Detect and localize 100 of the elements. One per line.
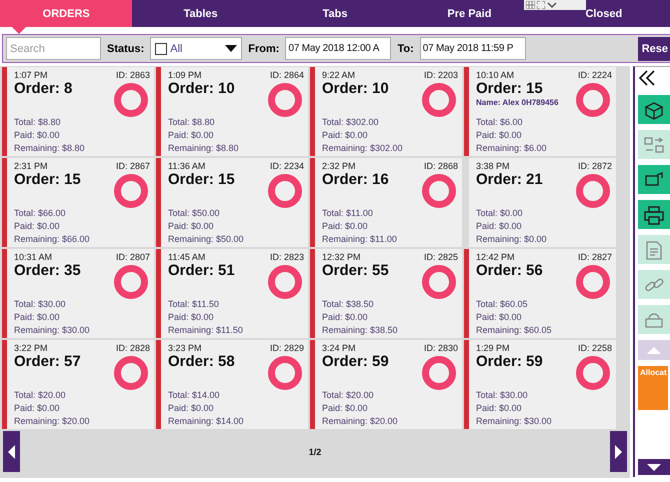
order-time: 3:38 PM [476, 161, 510, 171]
order-time: 3:24 PM [322, 343, 356, 353]
ring-icon [268, 356, 302, 390]
order-time: 3:22 PM [14, 343, 48, 353]
ring-icon [114, 174, 148, 208]
order-number: Order: 15 [476, 80, 544, 97]
order-card[interactable]: 2:31 PM ID: 2867 Order: 15 Total: $66.00 Paid: $0.00 Remaining: $66.00 [2, 158, 154, 247]
order-time: 11:45 AM [168, 252, 206, 262]
to-date-field[interactable]: 07 May 2018 11:59 P [420, 37, 526, 60]
ring-icon [576, 356, 610, 390]
grid-icon [526, 1, 535, 9]
checkbox[interactable] [155, 42, 168, 54]
order-remaining: Remaining: $8.80 [168, 143, 240, 153]
order-remaining: Remaining: $50.00 [168, 234, 245, 244]
customer-name: Name: Alex 0H789456 [476, 98, 560, 107]
order-paid: Paid: $0.00 [14, 403, 61, 413]
order-time: 12:42 PM [476, 252, 515, 262]
order-number: Order: 10 [322, 80, 390, 97]
ring-icon [576, 265, 610, 299]
status-label: Status: [107, 42, 144, 54]
order-card[interactable]: 3:24 PM ID: 2830 Order: 59 Total: $20.00 Paid: $0.00 Remaining: $20.00 [310, 340, 462, 429]
previous-page-button[interactable] [3, 431, 20, 472]
order-total: Total: $38.50 [322, 299, 375, 309]
order-time: 2:31 PM [14, 161, 48, 171]
order-total: Total: $30.00 [14, 299, 67, 309]
order-id: ID: 2234 [270, 161, 304, 171]
order-time: 9:22 AM [322, 70, 356, 80]
order-number: Order: 8 [14, 80, 74, 97]
order-card[interactable]: 1:09 PM ID: 2864 Order: 10 Total: $8.80 Paid: $0.00 Remaining: $8.80 [156, 67, 308, 156]
order-paid: Paid: $0.00 [168, 221, 215, 231]
order-number: Order: 58 [168, 353, 236, 370]
order-remaining: Remaining: $302.00 [322, 143, 404, 153]
order-card[interactable]: 11:45 AM ID: 2823 Order: 51 Total: $11.50 Paid: $0.00 Remaining: $11.50 [156, 249, 308, 338]
search-field[interactable]: Search [6, 37, 101, 60]
order-remaining: Remaining: $30.00 [476, 416, 553, 426]
order-paid: Paid: $0.00 [14, 130, 61, 140]
ring-icon [422, 83, 456, 117]
order-total: Total: $50.00 [168, 208, 221, 218]
order-paid: Paid: $0.00 [168, 403, 215, 413]
order-card[interactable]: 1:07 PM ID: 2863 Order: 8 Total: $8.80 Paid: $0.00 Remaining: $8.80 [2, 67, 154, 156]
order-total: Total: $11.00 [322, 208, 374, 218]
order-card[interactable]: 11:36 AM ID: 2234 Order: 15 Total: $50.00 Paid: $0.00 Remaining: $50.00 [156, 158, 308, 247]
order-total: Total: $20.00 [322, 390, 375, 400]
order-remaining: Remaining: $60.05 [476, 325, 553, 335]
to-label: To: [397, 42, 414, 54]
order-total: Total: $11.50 [168, 299, 220, 309]
order-number: Order: 57 [14, 353, 82, 370]
double-chevron-icon [638, 70, 656, 86]
order-card[interactable]: 1:29 PM ID: 2258 Order: 59 Total: $30.00 Paid: $0.00 Remaining: $30.00 [464, 340, 616, 429]
order-total: Total: $6.00 [476, 117, 524, 127]
printer-icon [643, 204, 665, 224]
scroll-down-button[interactable] [638, 459, 670, 475]
order-card[interactable]: 3:22 PM ID: 2828 Order: 57 Total: $20.00 Paid: $0.00 Remaining: $20.00 [2, 340, 154, 429]
status-dropdown[interactable]: All [150, 37, 242, 60]
order-paid: Paid: $0.00 [476, 312, 523, 322]
order-id: ID: 2827 [578, 252, 612, 262]
order-paid: Paid: $0.00 [322, 403, 369, 413]
order-remaining: Remaining: $20.00 [322, 416, 399, 426]
order-remaining: Remaining: $38.50 [322, 325, 399, 335]
order-card[interactable]: 12:32 PM ID: 2825 Order: 55 Total: $38.50 Paid: $0.00 Remaining: $38.50 [310, 249, 462, 338]
right-arrow-icon [614, 444, 622, 458]
order-remaining: Remaining: $6.00 [476, 143, 548, 153]
order-remaining: Remaining: $30.00 [14, 325, 91, 335]
order-card[interactable]: 10:31 AM ID: 2807 Order: 35 Total: $30.00 Paid: $0.00 Remaining: $30.00 [2, 249, 154, 338]
order-paid: Paid: $0.00 [14, 312, 61, 322]
order-number: Order: 35 [14, 262, 82, 279]
order-card[interactable]: 3:23 PM ID: 2829 Order: 58 Total: $14.00 Paid: $0.00 Remaining: $14.00 [156, 340, 308, 429]
ring-icon [114, 356, 148, 390]
ring-icon [114, 265, 148, 299]
order-number: Order: 51 [168, 262, 236, 279]
order-id: ID: 2823 [270, 252, 304, 262]
reset-button[interactable]: Rese [638, 36, 670, 60]
order-remaining: Remaining: $14.00 [168, 416, 245, 426]
order-paid: Paid: $0.00 [322, 312, 369, 322]
order-time: 1:29 PM [476, 343, 510, 353]
order-card[interactable]: 9:22 AM ID: 2203 Order: 10 Total: $302.00 Paid: $0.00 Remaining: $302.00 [310, 67, 462, 156]
order-card[interactable]: 12:42 PM ID: 2827 Order: 56 Total: $60.05 Paid: $0.00 Remaining: $60.05 [464, 249, 616, 338]
order-number: Order: 15 [14, 171, 82, 188]
from-date-field[interactable]: 07 May 2018 12:00 A [285, 37, 392, 60]
ring-icon [268, 83, 302, 117]
order-number: Order: 59 [322, 353, 390, 370]
ring-icon [268, 265, 302, 299]
order-remaining: Remaining: $8.80 [14, 143, 86, 153]
order-number: Order: 55 [322, 262, 390, 279]
order-id: ID: 2830 [424, 343, 458, 353]
order-card[interactable]: 10:10 AM ID: 2224 Order: 15 Name: Alex 0H789456 Total: $6.00 Paid: $0.00 Remaining: $6.00 [464, 67, 616, 156]
tool-button[interactable] [638, 95, 670, 124]
next-page-button[interactable] [610, 431, 627, 472]
order-remaining: Remaining: $0.00 [476, 234, 548, 244]
order-total: Total: $302.00 [322, 117, 380, 127]
order-id: ID: 2258 [578, 343, 612, 353]
order-total: Total: $66.00 [14, 208, 67, 218]
tool-button[interactable] [638, 165, 670, 194]
order-paid: Paid: $0.00 [322, 130, 369, 140]
order-card[interactable]: 2:32 PM ID: 2868 Order: 16 Total: $11.00 Paid: $0.00 Remaining: $11.00 [310, 158, 462, 247]
up-arrow-icon [647, 346, 661, 354]
tool-button[interactable] [638, 200, 670, 229]
order-total: Total: $8.80 [168, 117, 216, 127]
order-time: 10:31 AM [14, 252, 52, 262]
order-number: Order: 10 [168, 80, 236, 97]
